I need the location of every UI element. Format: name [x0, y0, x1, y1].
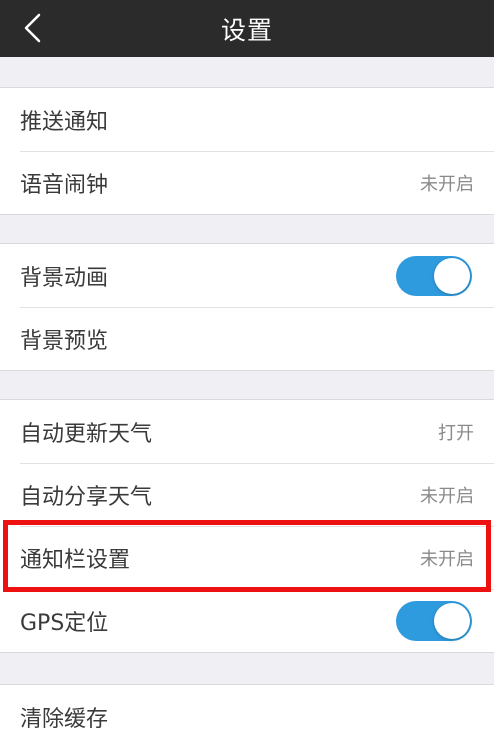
setting-label: 通知栏设置	[20, 547, 131, 573]
setting-status: 打开	[438, 422, 474, 444]
setting-label: GPS定位	[20, 610, 109, 636]
setting-row-background-animation: 背景动画	[0, 244, 494, 307]
setting-label: 推送通知	[20, 109, 109, 135]
setting-status: 未开启	[420, 485, 474, 507]
setting-row-clear-cache[interactable]: 清除缓存	[0, 685, 494, 747]
setting-row-auto-update-weather[interactable]: 自动更新天气 打开	[0, 400, 494, 463]
setting-status: 未开启	[420, 548, 474, 570]
toggle-knob	[434, 602, 470, 639]
top-navigation-bar: 设置	[0, 0, 494, 57]
chevron-left-icon	[24, 13, 41, 43]
setting-label: 背景预览	[20, 328, 109, 354]
setting-row-voice-alarm[interactable]: 语音闹钟 未开启	[0, 151, 494, 214]
setting-label: 自动分享天气	[20, 484, 153, 510]
settings-group-weather: 自动更新天气 打开 自动分享天气 未开启 通知栏设置 未开启 GPS定位	[0, 399, 494, 653]
setting-label: 语音闹钟	[20, 172, 109, 198]
toggle-knob	[434, 257, 470, 294]
settings-group-notifications: 推送通知 语音闹钟 未开启	[0, 87, 494, 215]
page-title: 设置	[220, 15, 273, 45]
setting-row-auto-share-weather[interactable]: 自动分享天气 未开启	[0, 463, 494, 526]
gps-location-toggle[interactable]	[396, 600, 472, 641]
setting-row-gps-location: GPS定位	[0, 589, 494, 652]
settings-group-storage: 清除缓存	[0, 684, 494, 747]
settings-group-background: 背景动画 背景预览	[0, 243, 494, 371]
background-animation-toggle[interactable]	[396, 255, 472, 296]
back-button[interactable]	[10, 6, 54, 50]
setting-label: 清除缓存	[20, 706, 109, 732]
setting-label: 背景动画	[20, 265, 109, 291]
setting-status: 未开启	[420, 173, 474, 195]
setting-row-push-notifications[interactable]: 推送通知	[0, 88, 494, 151]
setting-row-notification-bar[interactable]: 通知栏设置 未开启	[0, 526, 494, 589]
setting-row-background-preview[interactable]: 背景预览	[0, 307, 494, 370]
setting-label: 自动更新天气	[20, 421, 153, 447]
